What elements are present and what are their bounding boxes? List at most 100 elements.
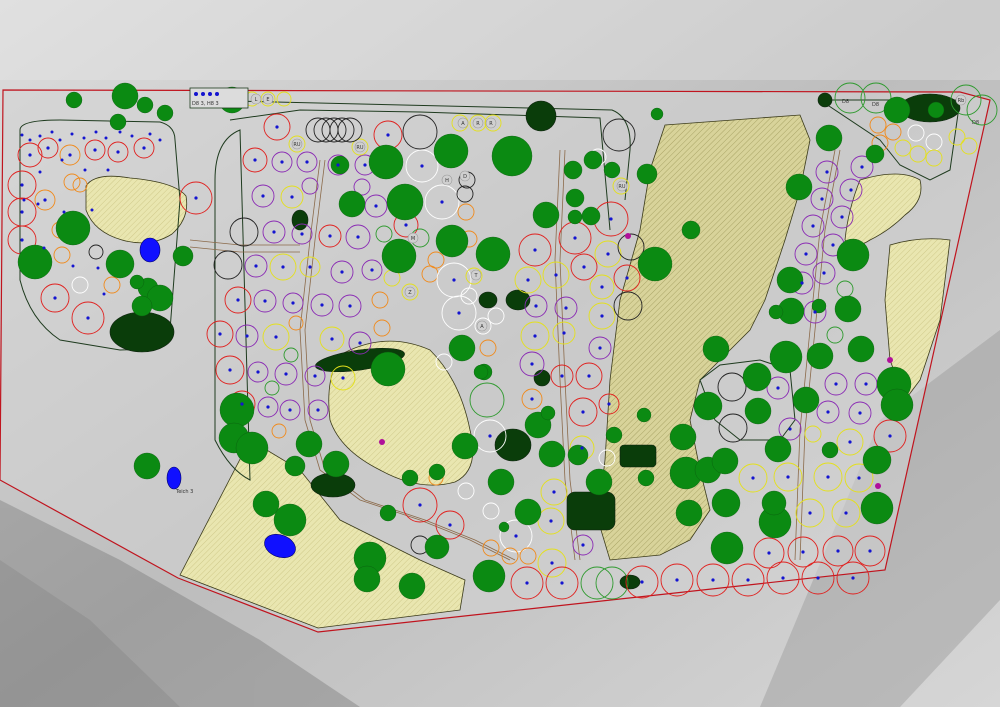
plant-dot <box>848 440 852 444</box>
letter-marker: E <box>262 93 274 105</box>
plant-dot <box>305 160 309 164</box>
top-right-label-c: D8 <box>972 120 979 126</box>
letter-marker-label: H <box>445 178 449 184</box>
plant-dot <box>526 278 530 282</box>
letter-marker: M <box>407 232 419 244</box>
plant-dot <box>42 246 46 250</box>
plant-dot <box>328 234 332 238</box>
plant-dot <box>598 346 602 350</box>
tree <box>428 463 446 481</box>
plant-dot <box>291 301 295 305</box>
plant-dot <box>868 549 872 553</box>
plant-dot <box>840 215 844 219</box>
plant-dot <box>550 561 554 565</box>
tree <box>17 244 53 280</box>
plant-dot <box>864 382 868 386</box>
tree <box>273 503 307 537</box>
property-boundary <box>0 89 991 633</box>
plant-dot <box>336 163 340 167</box>
letter-marker: R <box>472 117 484 129</box>
letter-marker-label: RU <box>356 145 363 151</box>
plant-dot <box>130 134 134 138</box>
plant-dot <box>534 304 538 308</box>
tree <box>567 444 589 466</box>
tree <box>386 183 424 221</box>
plant-dot <box>116 150 120 154</box>
plant-dot <box>581 410 585 414</box>
plant-dot <box>158 138 162 142</box>
plant-dot <box>148 132 152 136</box>
magenta-marker <box>875 483 881 489</box>
plant-dot <box>581 543 585 547</box>
letter-marker: RU <box>291 138 303 150</box>
shrub <box>566 491 616 531</box>
plant-dot <box>313 374 317 378</box>
plant-dot <box>341 376 345 380</box>
tree <box>473 364 489 380</box>
plant-dot <box>308 265 312 269</box>
plant-dot <box>552 490 556 494</box>
plant-dot <box>280 160 284 164</box>
pond-label: Teich 3 <box>175 489 193 495</box>
plant-dot <box>711 578 715 582</box>
letter-marker: T <box>470 269 482 281</box>
plant-dot <box>776 386 780 390</box>
plant-dot <box>452 278 456 282</box>
plant-dot <box>625 276 629 280</box>
tree <box>235 431 269 465</box>
plant-dot <box>607 402 611 406</box>
tree <box>605 426 623 444</box>
tree <box>862 445 892 475</box>
shrub <box>619 444 657 468</box>
tree <box>338 190 366 218</box>
tree <box>806 342 834 370</box>
plant-dot <box>514 534 518 538</box>
plant-dot <box>118 130 122 134</box>
plant-dot <box>58 138 62 142</box>
tree <box>711 488 741 518</box>
plant-dot <box>786 475 790 479</box>
tree <box>284 455 306 477</box>
tree <box>836 238 870 272</box>
plant-dot <box>564 306 568 310</box>
letter-marker-label: RU <box>293 142 300 148</box>
plant-dot <box>831 243 835 247</box>
plant-dot <box>533 334 537 338</box>
plant-dot <box>330 337 334 341</box>
plant-dot <box>90 208 94 212</box>
plant-dot <box>600 314 604 318</box>
letter-marker: RU <box>354 141 366 153</box>
tree <box>603 161 621 179</box>
tree <box>398 572 426 600</box>
plant-dot <box>418 503 422 507</box>
plant-dot <box>86 316 90 320</box>
top-right-label-b: D8 <box>872 102 879 108</box>
tree <box>637 469 655 487</box>
plant-dot <box>106 168 110 172</box>
letter-marker-label: D <box>463 174 467 180</box>
plant-dot <box>28 138 32 142</box>
plant-dot <box>888 434 892 438</box>
letter-marker-label: M <box>411 236 415 242</box>
tree <box>583 150 603 170</box>
tree <box>681 220 701 240</box>
tree <box>860 491 894 525</box>
tree <box>821 441 839 459</box>
plant-dot <box>60 158 64 162</box>
plant-dot <box>38 134 42 138</box>
magenta-marker <box>379 439 385 445</box>
plant-dot <box>801 550 805 554</box>
tree <box>711 447 739 475</box>
plant-dot <box>50 130 54 134</box>
plant-dot <box>573 236 577 240</box>
plant-dot <box>800 281 804 285</box>
plant-dot <box>83 168 87 172</box>
plant-dot <box>320 303 324 307</box>
tree <box>532 201 560 229</box>
tree <box>133 452 161 480</box>
plant-dot <box>20 133 24 137</box>
tree <box>761 490 787 516</box>
plant-dot <box>38 170 42 174</box>
tree <box>585 468 613 496</box>
plant-dot <box>525 581 529 585</box>
